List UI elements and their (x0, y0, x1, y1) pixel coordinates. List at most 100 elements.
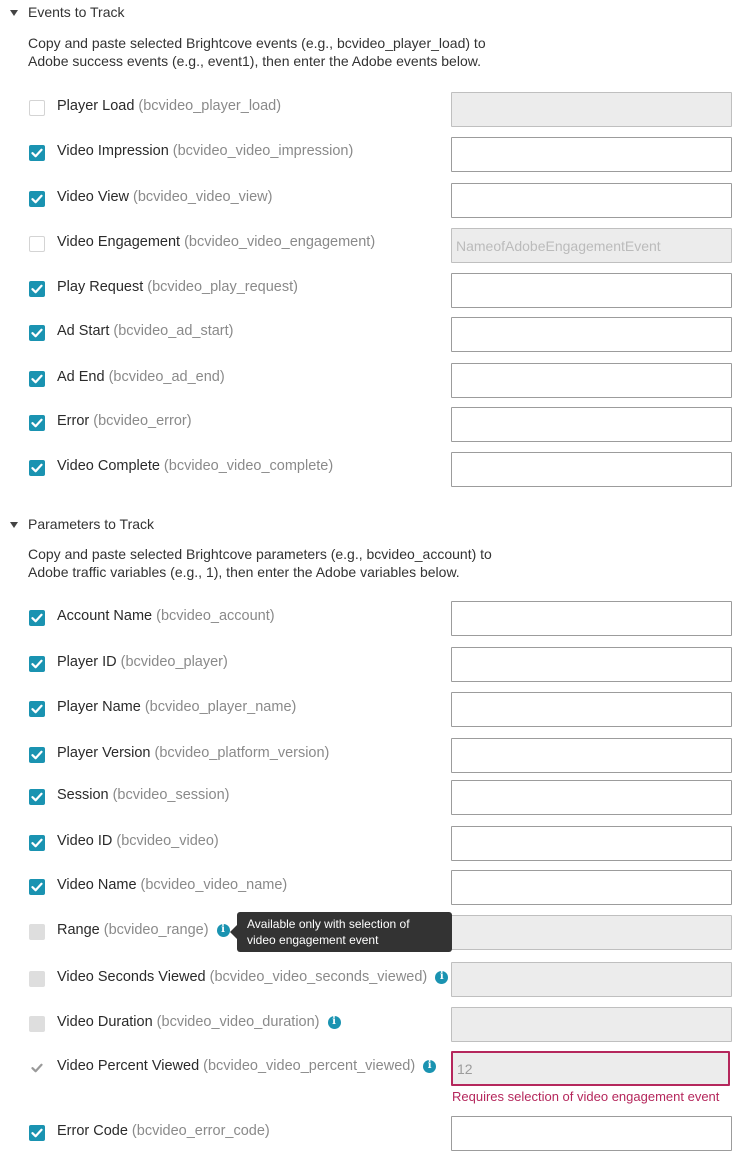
row-player-version: Player Version (bcvideo_platform_version) (0, 737, 745, 773)
item-key: (bcvideo_range) (103, 922, 209, 938)
checkbox-ad-end[interactable] (29, 371, 45, 387)
checkbox-player-load[interactable] (29, 100, 45, 116)
checkbox-video-id[interactable] (29, 835, 45, 851)
input-video-duration (451, 1007, 732, 1042)
input-video-impression[interactable] (451, 137, 732, 172)
checkbox-video-impression[interactable] (29, 145, 45, 161)
input-error[interactable] (451, 407, 732, 442)
checkbox-video-name[interactable] (29, 879, 45, 895)
info-icon[interactable]: i (327, 1015, 341, 1029)
label-player-load: Player Load (bcvideo_player_load) (57, 98, 281, 114)
caret-down-icon (10, 9, 18, 16)
input-ad-end[interactable] (451, 363, 732, 398)
input-error-code[interactable] (451, 1116, 732, 1151)
row-video-id: Video ID (bcvideo_video) (0, 825, 745, 861)
input-video-id[interactable] (451, 826, 732, 861)
item-key: (bcvideo_play_request) (147, 279, 298, 295)
label-account-name: Account Name (bcvideo_account) (57, 608, 275, 624)
checkbox-player-version[interactable] (29, 747, 45, 763)
row-play-request: Play Request (bcvideo_play_request) (0, 271, 745, 308)
label-player-id: Player ID (bcvideo_player) (57, 654, 228, 670)
label-error-code: Error Code (bcvideo_error_code) (57, 1123, 270, 1139)
item-key: (bcvideo_video_view) (133, 189, 273, 205)
tooltip-line1: Available only with selection of (247, 917, 410, 931)
label-video-seconds-viewed: Video Seconds Viewed (bcvideo_video_secon… (57, 969, 449, 985)
events-desc-line2: Adobe success events (e.g., event1), the… (28, 53, 481, 69)
row-ad-end: Ad End (bcvideo_ad_end) (0, 361, 745, 398)
params-section-toggle[interactable]: Parameters to Track (10, 516, 154, 532)
row-player-load: Player Load (bcvideo_player_load) (0, 90, 745, 127)
row-player-name: Player Name (bcvideo_player_name) (0, 691, 745, 727)
row-video-seconds-viewed: Video Seconds Viewed (bcvideo_video_secon… (0, 961, 745, 997)
tooltip-line2: video engagement event (247, 933, 379, 947)
info-icon[interactable]: i (435, 970, 449, 984)
row-video-percent-viewed: Video Percent Viewed (bcvideo_video_perce… (0, 1050, 745, 1086)
row-account-name: Account Name (bcvideo_account) (0, 600, 745, 636)
row-video-impression: Video Impression (bcvideo_video_impressio… (0, 135, 745, 172)
events-desc-line1: Copy and paste selected Brightcove event… (28, 35, 486, 51)
input-player-id[interactable] (451, 647, 732, 682)
checkbox-video-engagement[interactable] (29, 236, 45, 252)
checkbox-player-id[interactable] (29, 656, 45, 672)
checkbox-video-view[interactable] (29, 191, 45, 207)
label-video-id: Video ID (bcvideo_video) (57, 833, 219, 849)
item-key: (bcvideo_video_percent_viewed) (203, 1058, 416, 1074)
events-section-toggle[interactable]: Events to Track (10, 4, 124, 20)
item-label: Ad Start (57, 323, 110, 339)
input-account-name[interactable] (451, 601, 732, 636)
input-video-seconds-viewed (451, 962, 732, 997)
input-value: 12 (457, 1060, 473, 1077)
row-ad-start: Ad Start (bcvideo_ad_start) (0, 315, 745, 352)
row-error: Error (bcvideo_error) (0, 405, 745, 442)
input-video-complete[interactable] (451, 452, 732, 487)
label-video-duration: Video Duration (bcvideo_video_duration) i (57, 1014, 341, 1030)
row-video-duration: Video Duration (bcvideo_video_duration) i (0, 1006, 745, 1042)
label-ad-end: Ad End (bcvideo_ad_end) (57, 369, 225, 385)
row-video-engagement: Video Engagement (bcvideo_video_engageme… (0, 226, 745, 263)
checkbox-error[interactable] (29, 415, 45, 431)
row-session: Session (bcvideo_session) (0, 779, 745, 815)
item-label: Video Duration (57, 1014, 153, 1030)
row-video-complete: Video Complete (bcvideo_video_complete) (0, 450, 745, 487)
row-error-code: Error Code (bcvideo_error_code) (0, 1115, 745, 1151)
checkbox-video-complete[interactable] (29, 460, 45, 476)
checkbox-player-name[interactable] (29, 701, 45, 717)
item-key: (bcvideo_player) (120, 654, 228, 670)
label-ad-start: Ad Start (bcvideo_ad_start) (57, 323, 233, 339)
input-video-view[interactable] (451, 183, 732, 218)
label-player-version: Player Version (bcvideo_platform_version) (57, 745, 329, 761)
checkbox-play-request[interactable] (29, 281, 45, 297)
item-label: Play Request (57, 279, 144, 295)
label-video-percent-viewed: Video Percent Viewed (bcvideo_video_perce… (57, 1058, 437, 1074)
label-player-name: Player Name (bcvideo_player_name) (57, 699, 296, 715)
row-player-id: Player ID (bcvideo_player) (0, 646, 745, 682)
input-player-name[interactable] (451, 692, 732, 727)
info-icon[interactable]: i (216, 923, 230, 937)
item-label: Video Impression (57, 143, 169, 159)
label-video-engagement: Video Engagement (bcvideo_video_engageme… (57, 234, 375, 250)
checkbox-error-code[interactable] (29, 1125, 45, 1141)
input-video-name[interactable] (451, 870, 732, 905)
input-play-request[interactable] (451, 273, 732, 308)
checkbox-session[interactable] (29, 789, 45, 805)
input-video-percent-viewed[interactable]: 12 (451, 1051, 730, 1086)
row-video-name: Video Name (bcvideo_video_name) (0, 869, 745, 905)
label-session: Session (bcvideo_session) (57, 787, 229, 803)
input-video-engagement: NameofAdobeEngagementEvent (451, 228, 732, 263)
item-key: (bcvideo_session) (112, 787, 230, 803)
item-key: (bcvideo_ad_start) (113, 323, 234, 339)
checkbox-account-name[interactable] (29, 610, 45, 626)
info-icon[interactable]: i (423, 1059, 437, 1073)
checkbox-video-duration (29, 1016, 45, 1032)
item-label: Ad End (57, 369, 105, 385)
checkbox-ad-start[interactable] (29, 325, 45, 341)
item-key: (bcvideo_video_seconds_viewed) (209, 969, 428, 985)
label-video-impression: Video Impression (bcvideo_video_impressio… (57, 143, 353, 159)
input-ad-start[interactable] (451, 317, 732, 352)
label-error: Error (bcvideo_error) (57, 413, 192, 429)
input-session[interactable] (451, 780, 732, 815)
item-key: (bcvideo_platform_version) (154, 745, 330, 761)
item-key: (bcvideo_video_impression) (172, 143, 354, 159)
input-player-version[interactable] (451, 738, 732, 773)
item-label: Video Engagement (57, 234, 181, 250)
